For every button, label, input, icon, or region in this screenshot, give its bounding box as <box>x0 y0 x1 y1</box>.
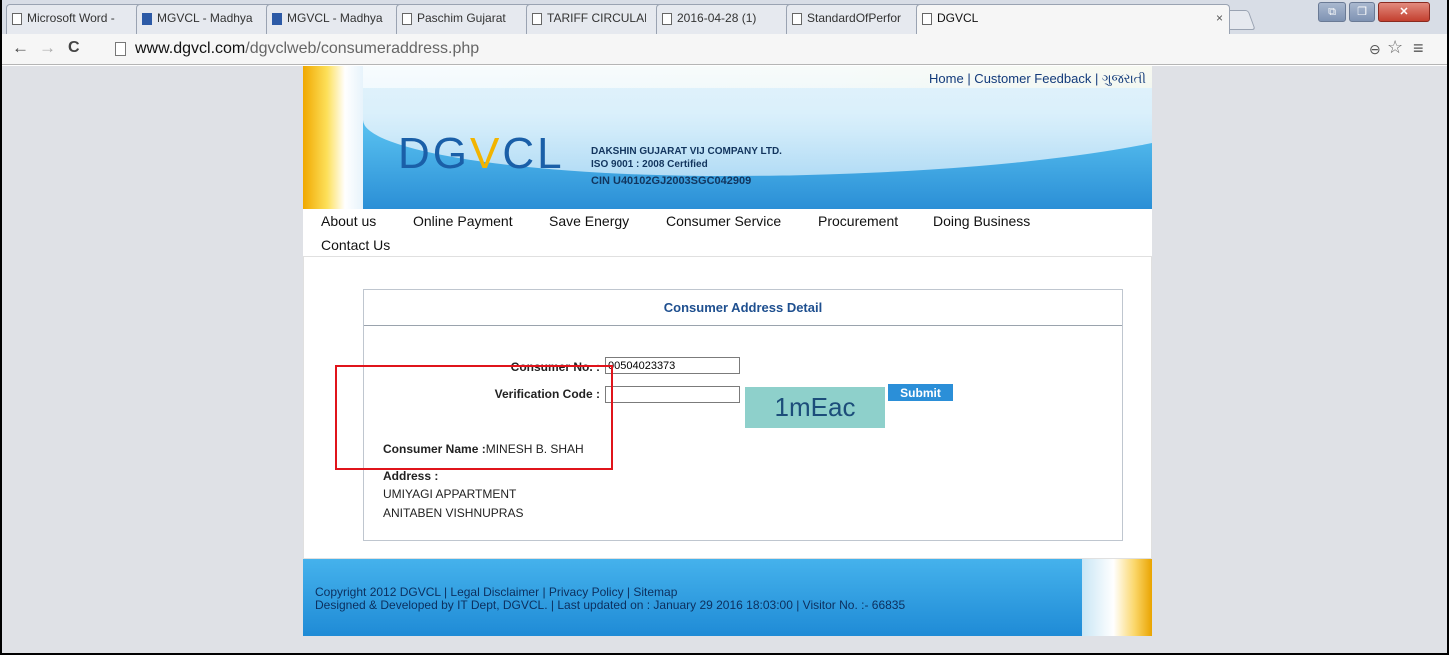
top-links[interactable]: Home | Customer Feedback | ગુજરાતી <box>929 71 1146 87</box>
company-name: DAKSHIN GUJARAT VIJ COMPANY LTD. <box>591 146 782 157</box>
minimize-button[interactable]: ⧉ <box>1318 2 1346 22</box>
page-icon <box>532 13 542 25</box>
tab-dgvcl[interactable]: DGVCL × <box>916 4 1230 34</box>
tab-paschim-gujarat[interactable]: Paschim Gujarat × <box>396 4 539 34</box>
back-button[interactable]: ← <box>12 38 29 58</box>
page-icon <box>402 13 412 25</box>
url-path: /dgvclweb/consumeraddress.php <box>245 40 480 57</box>
forward-button[interactable]: → <box>39 38 56 58</box>
url-host: www.dgvcl.com <box>135 40 246 57</box>
zoom-icon[interactable]: ⊖ <box>1369 41 1381 58</box>
main-menu: About us Online Payment Save Energy Cons… <box>303 209 1152 256</box>
menu-save-energy[interactable]: Save Energy <box>549 213 629 229</box>
tab-mgvcl-2[interactable]: MGVCL - Madhya × <box>266 4 409 34</box>
page-viewport: Home | Customer Feedback | ગુજરાતી DGVCL… <box>2 66 1447 653</box>
tab-label: Paschim Gujarat <box>417 11 506 25</box>
mgvcl-favicon-icon <box>272 13 282 25</box>
tab-microsoft-word[interactable]: Microsoft Word - × <box>6 4 149 34</box>
close-window-button[interactable]: ✕ <box>1378 2 1430 22</box>
restore-button[interactable]: ❐ <box>1349 2 1375 22</box>
url-bar[interactable]: www.dgvcl.com/dgvclweb/consumeraddress.p… <box>115 38 1345 60</box>
page-icon <box>115 42 126 56</box>
page-icon <box>792 13 802 25</box>
captcha-image: 1mEac <box>745 387 885 428</box>
menu-icon[interactable]: ≡ <box>1413 38 1424 59</box>
tab-2016-04-28[interactable]: 2016-04-28 (1) × <box>656 4 799 34</box>
menu-contact-us[interactable]: Contact Us <box>321 237 390 253</box>
address-label: Address : <box>383 469 439 483</box>
tab-mgvcl-1[interactable]: MGVCL - Madhya × <box>136 4 279 34</box>
menu-procurement[interactable]: Procurement <box>818 213 898 229</box>
site-banner: Home | Customer Feedback | ગુજરાતી DGVCL… <box>303 66 1152 209</box>
page-icon <box>12 13 22 25</box>
tab-tariff-circular[interactable]: TARIFF CIRCULAR × <box>526 4 669 34</box>
address-toolbar: ← → C www.dgvcl.com/dgvclweb/consumeradd… <box>2 34 1447 65</box>
consumer-no-input[interactable] <box>605 357 740 374</box>
bookmark-star-icon[interactable]: ☆ <box>1387 37 1403 58</box>
iso-certification: ISO 9001 : 2008 Certified <box>591 159 708 170</box>
tab-label: Microsoft Word - <box>27 11 115 25</box>
tab-label: DGVCL <box>937 11 979 25</box>
address-line-2: ANITABEN VISHNUPRAS <box>383 506 524 520</box>
page-icon <box>662 13 672 25</box>
close-icon[interactable]: × <box>1216 5 1223 31</box>
tab-label: 2016-04-28 (1) <box>677 11 757 25</box>
tab-label: StandardOfPerfor <box>807 11 902 25</box>
tab-strip: Microsoft Word - × MGVCL - Madhya × MGVC… <box>2 0 1447 34</box>
address-line-1: UMIYAGI APPARTMENT <box>383 487 517 501</box>
reload-button[interactable]: C <box>68 39 80 57</box>
mgvcl-favicon-icon <box>142 13 152 25</box>
tab-label: MGVCL - Madhya <box>157 11 253 25</box>
browser-window: Microsoft Word - × MGVCL - Madhya × MGVC… <box>0 0 1449 655</box>
page-icon <box>922 13 932 25</box>
footer-credits: Designed & Developed by IT Dept, DGVCL. … <box>315 598 906 612</box>
site-footer: Copyright 2012 DGVCL | Legal Disclaimer … <box>303 559 1152 636</box>
verification-code-input[interactable] <box>605 386 740 403</box>
tab-label: MGVCL - Madhya <box>287 11 383 25</box>
tab-label: TARIFF CIRCULAR <box>547 11 646 25</box>
menu-consumer-service[interactable]: Consumer Service <box>666 213 781 229</box>
menu-doing-business[interactable]: Doing Business <box>933 213 1030 229</box>
site-container: Home | Customer Feedback | ગુજરાતી DGVCL… <box>303 66 1152 636</box>
dgvcl-logo: DGVCL <box>398 129 565 178</box>
highlight-box <box>335 365 613 470</box>
footer-links[interactable]: Copyright 2012 DGVCL | Legal Disclaimer … <box>315 585 677 599</box>
footer-curl <box>1082 559 1152 636</box>
company-info: DAKSHIN GUJARAT VIJ COMPANY LTD. ISO 900… <box>591 145 782 188</box>
menu-about-us[interactable]: About us <box>321 213 376 229</box>
menu-online-payment[interactable]: Online Payment <box>413 213 513 229</box>
banner-curl <box>303 66 363 209</box>
submit-button[interactable]: Submit <box>888 384 953 401</box>
tab-standard-of-performance[interactable]: StandardOfPerfor × <box>786 4 929 34</box>
panel-title: Consumer Address Detail <box>364 290 1122 326</box>
cin-number: CIN U40102GJ2003SGC042909 <box>591 175 752 187</box>
